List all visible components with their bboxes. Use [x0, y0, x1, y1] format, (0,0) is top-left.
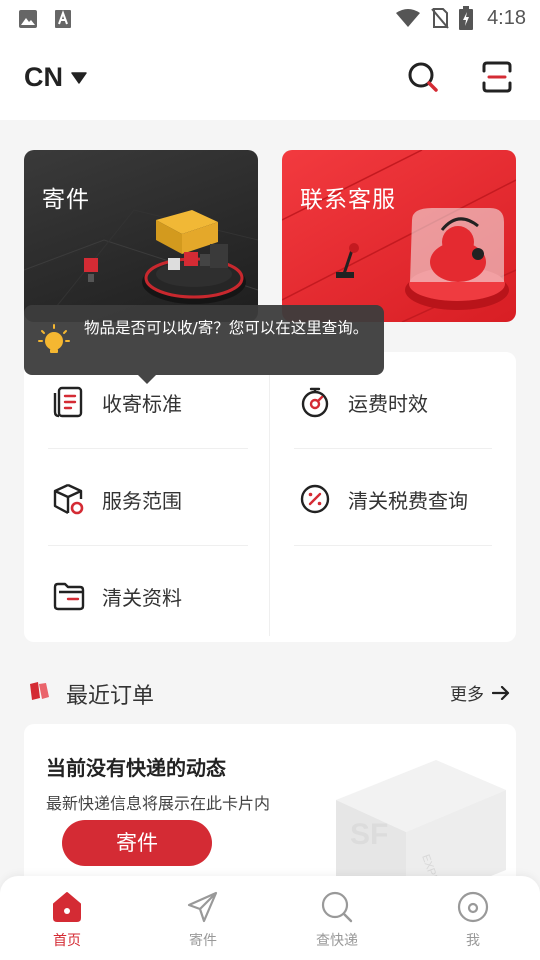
customer-service-banner-title: 联系客服	[300, 187, 396, 213]
tab-label: 寄件	[189, 933, 217, 949]
clock: 4:18	[487, 6, 526, 29]
folder-icon	[53, 582, 85, 611]
document-list-icon	[53, 386, 83, 418]
recent-orders-title: 最近订单	[66, 684, 155, 709]
stopwatch-icon	[301, 387, 329, 418]
no-sim-icon	[431, 8, 449, 29]
percent-badge-icon	[300, 484, 330, 514]
customer-service-banner-illustration	[282, 150, 516, 322]
service-label: 收寄标准	[102, 391, 182, 416]
lightbulb-icon	[38, 324, 70, 353]
profile-icon	[457, 891, 489, 923]
sf-box-illustration: SF EXPRESS	[336, 760, 506, 894]
shipping-tip-tooltip[interactable]: 物品是否可以收/寄？您可以在这里查询。	[24, 305, 384, 384]
grid-divider	[269, 358, 270, 636]
service-label: 运费时效	[348, 391, 428, 416]
caret-down-icon	[71, 71, 87, 84]
home-icon	[53, 892, 81, 922]
paper-plane-icon	[187, 891, 218, 923]
service-customs-documents[interactable]: 清关资料	[52, 548, 182, 644]
recent-orders-header: 最近订单 更多	[24, 672, 516, 712]
tab-me[interactable]: 我	[428, 890, 518, 956]
region-label: CN	[24, 62, 63, 92]
service-label: 服务范围	[102, 488, 182, 513]
tab-send[interactable]: 寄件	[158, 890, 248, 956]
more-label: 更多	[450, 685, 484, 705]
tab-home[interactable]: 首页	[22, 890, 112, 956]
region-selector[interactable]: CN	[24, 62, 87, 93]
empty-orders-subtitle: 最新快递信息将展示在此卡片内	[46, 794, 271, 813]
arrow-right-icon	[492, 685, 510, 700]
tab-label: 首页	[53, 933, 81, 949]
send-banner[interactable]: 寄件	[24, 150, 258, 322]
scan-icon[interactable]	[480, 60, 514, 94]
send-banner-title: 寄件	[42, 187, 90, 213]
service-customs-tax[interactable]: 清关税费查询	[298, 451, 468, 547]
tooltip-text: 物品是否可以收/寄？您可以在这里查询。	[84, 319, 369, 337]
service-label: 清关资料	[102, 585, 182, 610]
send-package-button[interactable]: 寄件	[62, 820, 212, 866]
customer-service-banner[interactable]: 联系客服	[282, 150, 516, 322]
tab-label: 我	[466, 933, 480, 949]
service-grid: 收寄标准 运费时效 服务范围 清关税费查询 清关资料	[24, 352, 516, 642]
send-banner-illustration	[24, 209, 258, 322]
service-coverage[interactable]: 服务范围	[52, 451, 182, 547]
section-mark-icon	[30, 682, 49, 700]
bottom-tab-bar: 首页 寄件 查快递 我	[0, 876, 540, 960]
svg-text:SF: SF	[350, 818, 388, 851]
package-location-icon	[53, 483, 84, 515]
empty-orders-title: 当前没有快递的动态	[46, 756, 226, 780]
wifi-icon	[396, 9, 421, 27]
search-track-icon	[321, 891, 353, 923]
service-label: 清关税费查询	[348, 488, 468, 513]
tab-label: 查快递	[316, 933, 358, 949]
search-icon[interactable]	[406, 60, 440, 94]
image-notification-icon	[19, 10, 37, 28]
status-bar: 4:18	[0, 0, 540, 38]
recent-orders-card: SF EXPRESS 当前没有快递的动态 最新快递信息将展示在此卡片内 寄件	[24, 724, 516, 894]
tab-track[interactable]: 查快递	[292, 890, 382, 956]
battery-charging-icon	[459, 6, 474, 30]
more-orders-link[interactable]: 更多	[450, 680, 510, 705]
font-notification-icon	[55, 10, 71, 28]
app-header: CN	[0, 38, 540, 120]
